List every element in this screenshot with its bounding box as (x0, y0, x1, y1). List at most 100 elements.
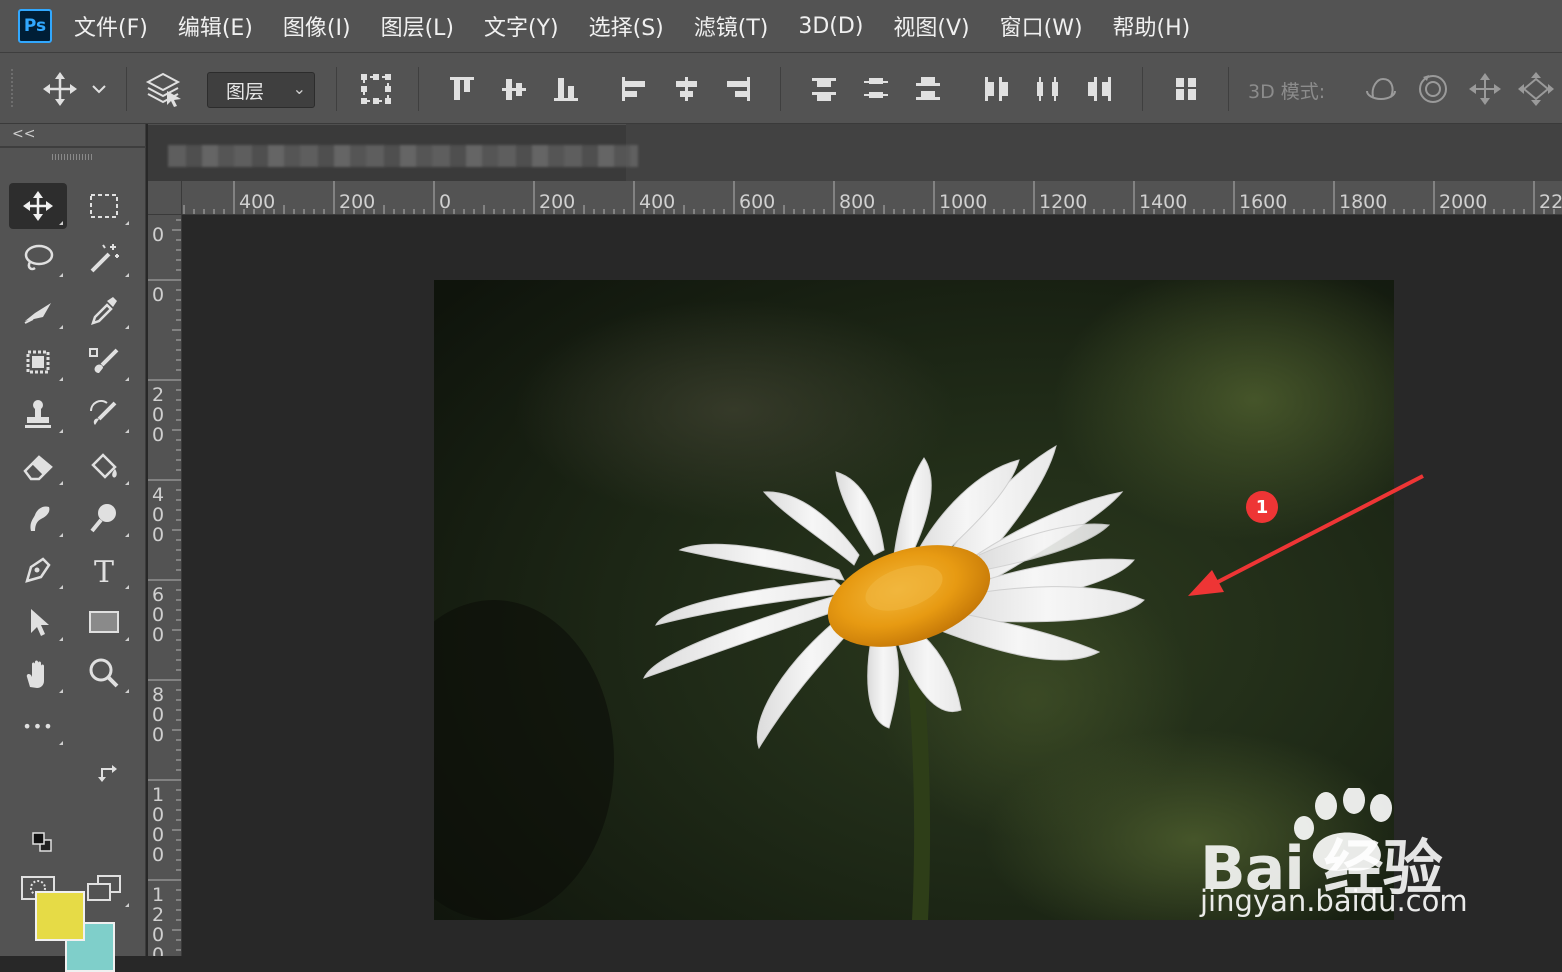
default-colors-button[interactable] (22, 822, 62, 862)
default-colors-icon (32, 832, 52, 852)
menu-view[interactable]: 视图(V) (893, 10, 969, 42)
ruler-label: 0 (152, 284, 164, 306)
distribute-hcenter-icon (1037, 77, 1058, 101)
ruler-label: 2 (152, 384, 164, 406)
align-bottom-button[interactable] (546, 53, 586, 125)
type-tool[interactable]: T (75, 547, 133, 593)
menu-filter[interactable]: 滤镜(T) (694, 10, 769, 42)
collapse-toolbox-button[interactable]: << (12, 126, 35, 142)
ruler-label: 0 (152, 944, 164, 956)
distribute-top-button[interactable] (804, 53, 844, 125)
marquee-tool[interactable] (75, 183, 133, 229)
rectangle-tool[interactable] (75, 599, 133, 645)
menu-help[interactable]: 帮助(H) (1113, 10, 1191, 42)
ruler-label: 800 (839, 191, 875, 213)
vertical-ruler-graphic: 0020040060080010001200 (148, 219, 181, 956)
document-tab[interactable] (148, 124, 638, 181)
show-transform-controls[interactable] (354, 53, 398, 125)
ruler-label: 1600 (1239, 191, 1287, 213)
roll-3d-button[interactable] (1412, 53, 1454, 125)
toolbox-grip[interactable] (52, 154, 92, 160)
pen-tool[interactable] (9, 547, 67, 593)
ruler-label: 0 (152, 224, 164, 246)
hand-tool[interactable] (9, 651, 67, 697)
auto-align-layers-button[interactable] (1166, 53, 1206, 125)
ruler-label: 0 (152, 824, 164, 846)
ruler-label: 2000 (1439, 191, 1487, 213)
auto-select-toggle[interactable] (142, 53, 184, 125)
crop-tool[interactable] (9, 339, 67, 385)
smudge-tool[interactable] (9, 495, 67, 541)
align-top-icon (450, 77, 474, 100)
menu-image[interactable]: 图像(I) (283, 10, 351, 42)
distribute-bottom-icon (916, 77, 940, 100)
watermark-url: jingyan.baidu.com (1200, 884, 1468, 918)
swap-colors-icon (98, 765, 117, 782)
ruler-label: 6 (152, 584, 164, 606)
distribute-vcenter-button[interactable] (856, 53, 896, 125)
align-hcenter-button[interactable] (666, 53, 706, 125)
distribute-left-icon (985, 77, 1008, 101)
horizontal-ruler[interactable]: 400 200 0 200 400 600 800 1000 1200 1400 1600 1800 2… (182, 181, 1562, 215)
crop-icon (26, 350, 50, 374)
clone-stamp-tool[interactable] (9, 391, 67, 437)
magic-wand-tool[interactable] (75, 235, 133, 281)
brush-tool[interactable] (75, 339, 133, 385)
menu-edit[interactable]: 编辑(E) (178, 10, 253, 42)
align-right-icon (727, 77, 750, 101)
ruler-label: 8 (152, 684, 164, 706)
distribute-hcenter-button[interactable] (1028, 53, 1068, 125)
menu-3d[interactable]: 3D(D) (798, 14, 863, 39)
type-tool-glyph: T (94, 555, 114, 587)
menu-layer[interactable]: 图层(L) (381, 10, 454, 42)
slide-3d-button[interactable] (1514, 53, 1558, 125)
healing-brush-tool[interactable] (9, 287, 67, 333)
edit-toolbar-button[interactable]: ••• (9, 703, 67, 749)
auto-select-target-dropdown[interactable]: 图层 ⌄ (207, 72, 315, 108)
eyedropper-icon (91, 297, 117, 325)
eyedropper-tool[interactable] (75, 287, 133, 333)
distribute-bottom-button[interactable] (908, 53, 948, 125)
distribute-right-button[interactable] (1080, 53, 1120, 125)
menu-select[interactable]: 选择(S) (589, 10, 664, 42)
move-tool[interactable] (9, 183, 67, 229)
ruler-label: 200 (339, 191, 375, 213)
lasso-tool[interactable] (9, 235, 67, 281)
history-brush-tool[interactable] (75, 391, 133, 437)
paint-bucket-tool[interactable] (75, 443, 133, 489)
annotation-badge: 1 (1246, 491, 1278, 523)
align-left-button[interactable] (614, 53, 654, 125)
foreground-color-swatch[interactable] (35, 891, 85, 941)
dodge-icon (90, 504, 116, 533)
menu-type[interactable]: 文字(Y) (484, 10, 559, 42)
ruler-label: 4 (152, 484, 164, 506)
distribute-left-button[interactable] (976, 53, 1016, 125)
slide-3d-icon (1518, 72, 1554, 106)
mode-3d-label: 3D 模式: (1248, 81, 1326, 103)
rotate-3d-button[interactable] (1360, 53, 1402, 125)
align-right-button[interactable] (718, 53, 758, 125)
toolbox-panel: << T ••• (0, 124, 146, 972)
photoshop-logo[interactable]: Ps (18, 9, 52, 43)
hand-icon (26, 660, 44, 688)
ruler-origin[interactable] (148, 181, 182, 215)
eraser-tool[interactable] (9, 443, 67, 489)
vertical-ruler[interactable]: 0020040060080010001200 (148, 215, 182, 956)
document-tab-title-blurred (168, 145, 638, 167)
tool-preset-picker[interactable] (36, 53, 116, 125)
align-left-icon (622, 77, 645, 101)
align-top-button[interactable] (442, 53, 482, 125)
menu-file[interactable]: 文件(F) (74, 10, 148, 42)
clone-stamp-icon (25, 400, 51, 428)
document-tab-bar (148, 124, 1562, 181)
ruler-label: 1800 (1339, 191, 1387, 213)
drag-3d-button[interactable] (1464, 53, 1506, 125)
menu-window[interactable]: 窗口(W) (1000, 10, 1083, 42)
show-transform-controls-icon (361, 74, 391, 104)
zoom-tool[interactable] (75, 651, 133, 697)
align-vcenter-button[interactable] (494, 53, 534, 125)
dodge-tool[interactable] (75, 495, 133, 541)
path-selection-tool[interactable] (9, 599, 67, 645)
swap-colors-button[interactable] (88, 753, 128, 793)
zoom-icon (89, 658, 119, 688)
